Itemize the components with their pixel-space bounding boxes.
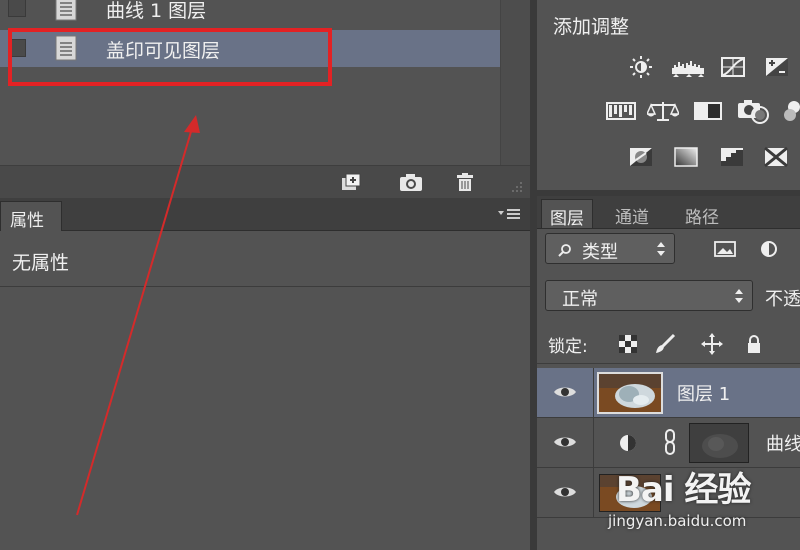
layer-thumbnail — [599, 474, 661, 512]
layer-mask-thumbnail[interactable] — [689, 423, 749, 463]
lock-all-icon[interactable] — [743, 333, 765, 355]
tab-properties[interactable]: 属性 — [0, 201, 62, 231]
tab-channels[interactable]: 通道 — [607, 199, 657, 228]
trash-icon[interactable] — [452, 171, 478, 193]
layer-name[interactable]: 曲线 — [766, 430, 800, 456]
filter-pixel-layer-icon[interactable] — [713, 240, 737, 258]
layers-tabbar: 图层 通道 路径 — [537, 196, 800, 229]
filter-adjustment-layer-icon[interactable] — [759, 239, 779, 259]
eye-icon[interactable] — [553, 433, 577, 451]
adjustment-layer-icon — [620, 435, 636, 451]
panel-column-divider[interactable] — [530, 0, 537, 550]
divider — [537, 363, 800, 364]
lock-transparent-pixels-icon[interactable] — [617, 333, 639, 355]
black-white-icon[interactable] — [692, 100, 724, 122]
properties-empty-text: 无属性 — [12, 252, 70, 274]
layer-row[interactable]: 曲线 — [537, 418, 800, 468]
history-state-icon — [55, 0, 77, 21]
history-item[interactable]: 曲线 1 图层 — [0, 0, 500, 26]
blend-mode-value: 正常 — [562, 289, 598, 310]
photo-filter-icon[interactable] — [737, 98, 771, 124]
vibrance-icon[interactable] — [605, 100, 637, 122]
curves-icon[interactable] — [720, 56, 746, 78]
visibility-cell[interactable] — [537, 418, 594, 467]
posterize-icon[interactable] — [719, 146, 745, 168]
lock-image-pixels-icon[interactable] — [654, 333, 676, 355]
visibility-cell[interactable] — [537, 468, 594, 517]
camera-snapshot-icon[interactable] — [398, 171, 424, 193]
link-icon[interactable] — [663, 428, 677, 456]
layer-filter-value: 类型 — [582, 242, 618, 263]
select-arrows-icon — [657, 242, 665, 256]
search-icon — [558, 244, 571, 257]
layer-row[interactable]: 背景 — [537, 468, 800, 518]
layer-thumbnail — [597, 372, 663, 414]
properties-panel: 属性 无属性 — [0, 198, 530, 550]
adjustments-title: 添加调整 — [553, 16, 630, 38]
threshold-icon[interactable] — [763, 146, 789, 168]
opacity-label: 不透 — [765, 289, 800, 310]
annotation-highlight-box — [8, 28, 332, 86]
lock-row: 锁定: — [537, 326, 800, 360]
select-arrows-icon — [735, 289, 743, 303]
tab-paths[interactable]: 路径 — [677, 199, 727, 228]
gradient-map-icon[interactable] — [673, 146, 699, 168]
lock-position-icon[interactable] — [701, 333, 723, 355]
history-scrollbar[interactable] — [500, 0, 531, 165]
exposure-icon[interactable] — [764, 56, 790, 78]
panel-menu-icon[interactable] — [496, 207, 522, 221]
eye-icon[interactable] — [553, 483, 577, 501]
eye-icon[interactable] — [553, 383, 577, 401]
layer-name[interactable]: 图层 1 — [677, 380, 730, 406]
layer-row-selected[interactable]: 图层 1 — [537, 368, 800, 418]
blend-mode-select[interactable]: 正常 — [545, 280, 753, 311]
layers-panel: 图层 通道 路径 类型 正常 不透 锁定: 图层 1 曲线 — [537, 196, 800, 550]
lock-label: 锁定: — [548, 337, 588, 357]
new-document-from-state-icon[interactable] — [338, 171, 364, 193]
tab-layers[interactable]: 图层 — [541, 199, 593, 229]
visibility-cell[interactable] — [537, 368, 594, 417]
color-balance-icon[interactable] — [647, 100, 679, 122]
divider — [0, 286, 530, 287]
brightness-contrast-icon[interactable] — [628, 56, 654, 78]
tab-properties-label: 属性 — [10, 211, 44, 231]
resize-grip-icon[interactable] — [508, 180, 524, 196]
history-footer — [0, 165, 530, 199]
invert-icon[interactable] — [628, 146, 654, 168]
channel-mixer-icon[interactable] — [784, 98, 800, 124]
levels-icon[interactable] — [671, 56, 705, 78]
properties-tabbar: 属性 — [0, 198, 530, 231]
history-source-checkbox[interactable] — [8, 0, 26, 17]
adjustments-panel: 添加调整 — [537, 0, 800, 190]
layer-filter-select[interactable]: 类型 — [545, 233, 675, 264]
history-item-label: 曲线 1 图层 — [106, 0, 207, 22]
